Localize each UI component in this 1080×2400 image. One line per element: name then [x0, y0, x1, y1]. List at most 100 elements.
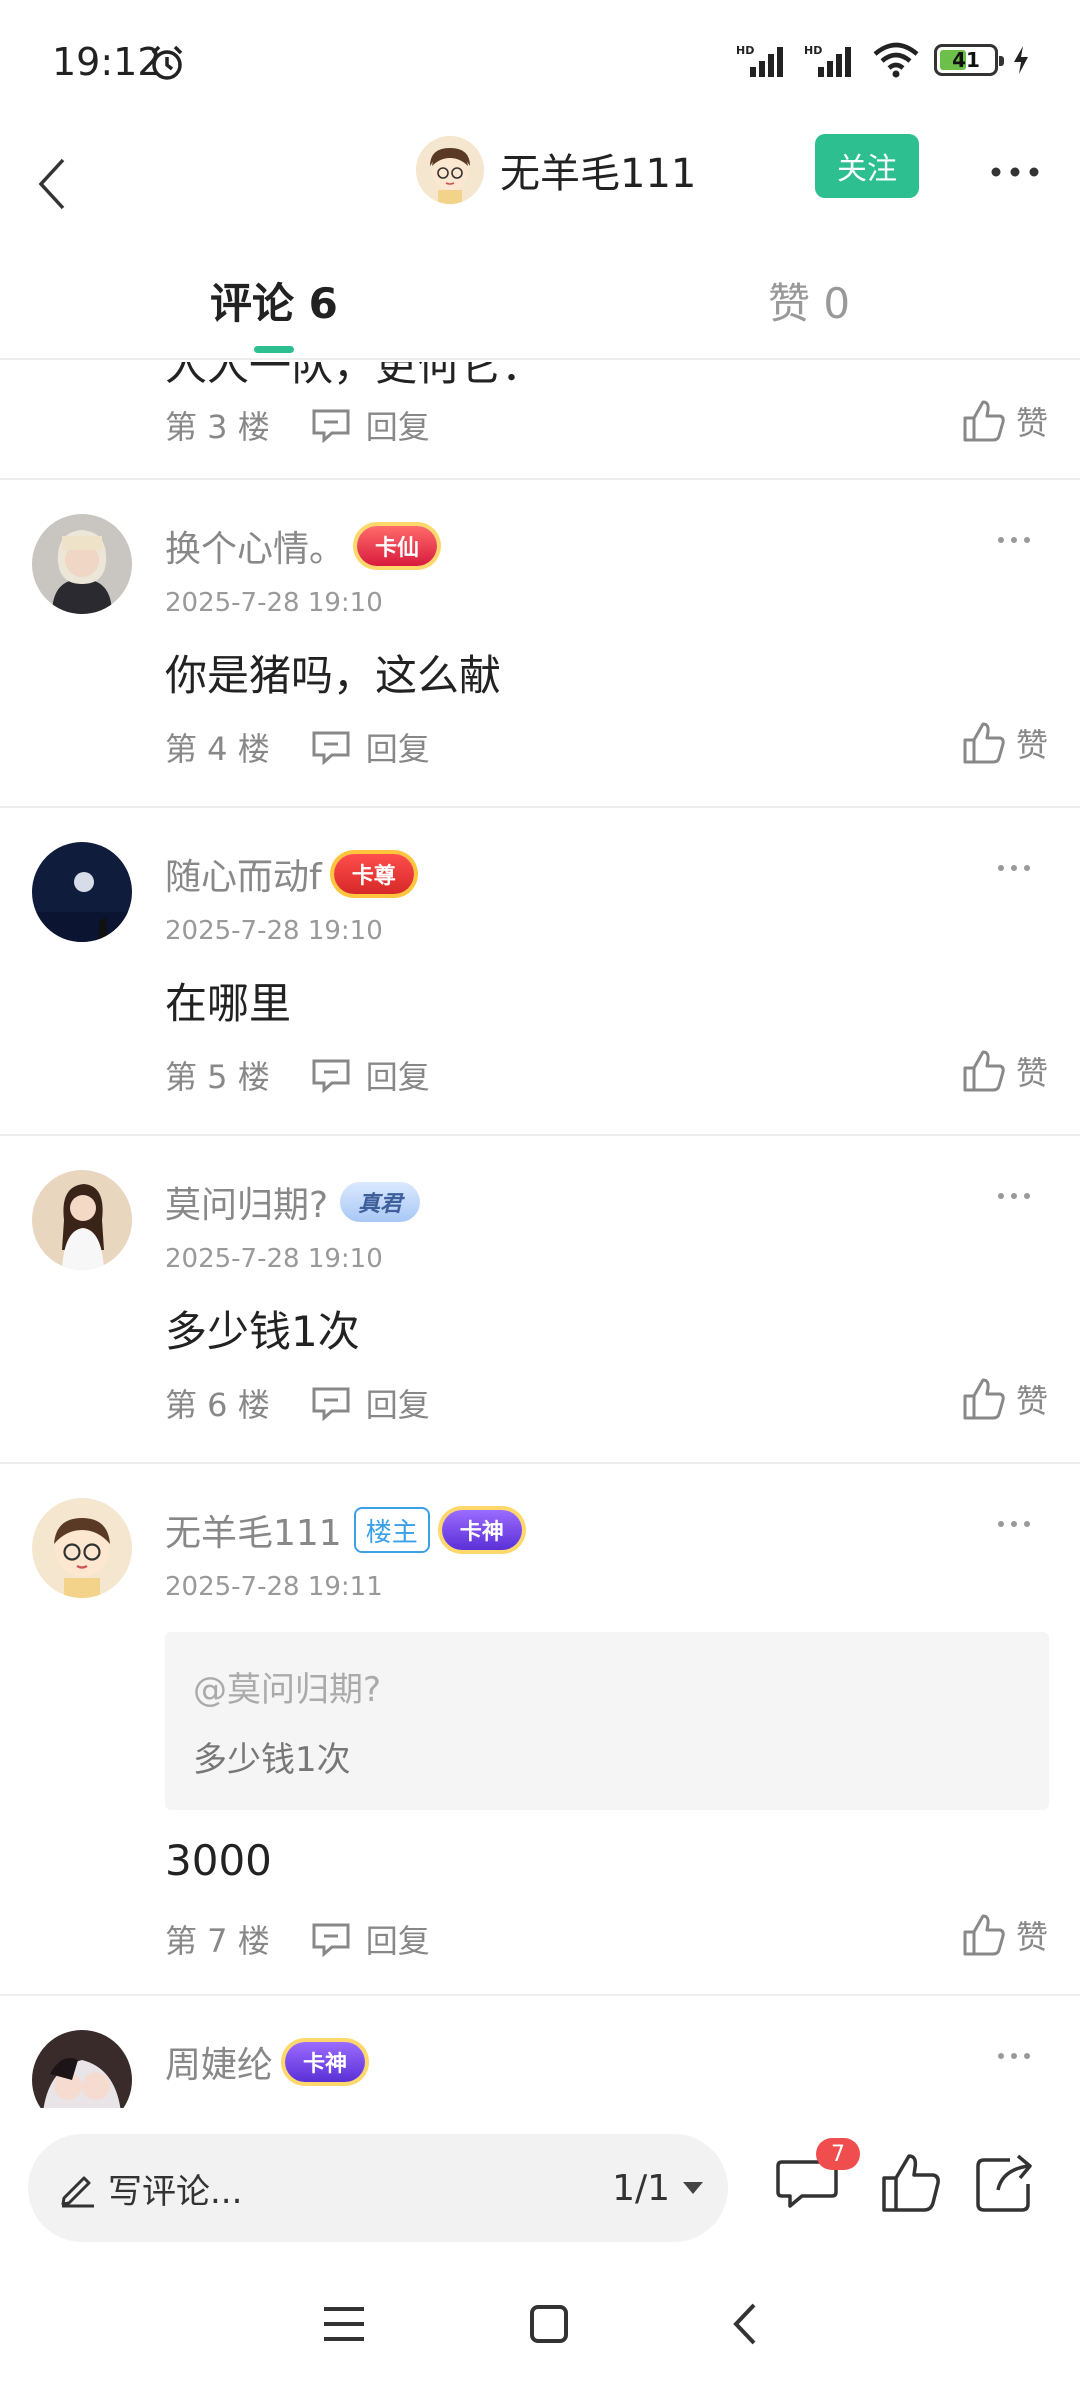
- charging-icon: [1014, 46, 1028, 74]
- comment-input-placeholder[interactable]: 写评论...: [108, 2164, 242, 2213]
- reply-label: 回复: [365, 408, 430, 446]
- comment-actions: 第 5 楼 回复: [165, 1052, 430, 1098]
- reply-button[interactable]: 回复: [310, 402, 430, 448]
- op-badge: 楼主: [353, 1507, 430, 1553]
- like-label: 赞: [1015, 1054, 1048, 1092]
- system-nav-bar: [0, 2248, 1080, 2400]
- cartoon-avatar-icon: [32, 1498, 132, 1598]
- back-nav-icon[interactable]: [732, 2302, 758, 2346]
- commenter-name-row: 无羊毛111 楼主 卡神: [165, 1504, 522, 1556]
- thumbs-up-icon[interactable]: [876, 2148, 946, 2218]
- cartoon-avatar-icon: [416, 136, 484, 204]
- comment-item: 换个心情。 卡仙 2025-7-28 19:10 你是猪吗，这么献 第 4 楼 …: [0, 482, 1080, 808]
- comment-count-badge: 7: [816, 2138, 860, 2170]
- share-icon[interactable]: [970, 2148, 1040, 2218]
- commenter-avatar[interactable]: [32, 514, 132, 614]
- page-selector[interactable]: 1/1: [612, 2168, 704, 2209]
- comment-list[interactable]: 人人一队，更何它： 第 3 楼 回复 赞 换个心情。 卡仙 2025-7-28 …: [0, 362, 1080, 2108]
- back-button[interactable]: [22, 144, 82, 224]
- comment-more-button[interactable]: [984, 1178, 1044, 1214]
- top-header: 无羊毛111 关注: [0, 130, 1080, 240]
- level-badge: 卡神: [441, 1510, 522, 1550]
- status-bar: 19:12 HD HD 41: [0, 0, 1080, 130]
- commenter-name[interactable]: 周婕纶: [165, 2036, 273, 2088]
- reply-icon: [312, 409, 350, 443]
- comment-item: 周婕纶 卡神: [0, 1998, 1080, 2108]
- reply-button[interactable]: 回复: [310, 724, 430, 770]
- commenter-name[interactable]: 莫问归期?: [165, 1176, 328, 1228]
- reply-icon: [312, 1923, 350, 1957]
- tab-likes[interactable]: 赞 0: [768, 270, 850, 331]
- more-options-button[interactable]: [980, 142, 1050, 202]
- battery-indicator: 41: [934, 44, 1004, 76]
- comment-time: 2025-7-28 19:10: [165, 588, 383, 618]
- pen-icon: [61, 2176, 94, 2208]
- commenter-name[interactable]: 换个心情。: [165, 520, 345, 572]
- comment-text: 在哪里: [165, 979, 292, 1028]
- thumbs-up-icon: [963, 1378, 1005, 1420]
- comment-more-button[interactable]: [984, 2038, 1044, 2074]
- reply-label: 回复: [365, 1386, 430, 1424]
- header-user[interactable]: 无羊毛111: [416, 136, 696, 204]
- tab-bar: 评论 6 赞 0: [0, 250, 1080, 360]
- commenter-name[interactable]: 随心而动f: [165, 848, 322, 900]
- menu-icon[interactable]: [322, 2304, 366, 2344]
- reply-label: 回复: [365, 1922, 430, 1960]
- comment-time: 2025-7-28 19:10: [165, 1244, 383, 1274]
- floor-number: 第 5 楼: [165, 1058, 270, 1096]
- comment-text: 你是猪吗，这么献: [165, 651, 502, 700]
- comment-item: 无羊毛111 楼主 卡神 2025-7-28 19:11 @莫问归期? 多少钱1…: [0, 1466, 1080, 1996]
- comment-time: 2025-7-28 19:11: [165, 1572, 383, 1602]
- comment-more-button[interactable]: [984, 850, 1044, 886]
- thumbs-up-icon: [963, 400, 1005, 442]
- home-icon[interactable]: [529, 2304, 569, 2344]
- commenter-avatar[interactable]: [32, 842, 132, 942]
- comment-more-button[interactable]: [984, 1506, 1044, 1542]
- reply-button[interactable]: 回复: [310, 1380, 430, 1426]
- user-photo-icon: [32, 2030, 132, 2108]
- follow-button[interactable]: 关注: [815, 134, 919, 198]
- header-username[interactable]: 无羊毛111: [500, 141, 696, 199]
- commenter-name-row: 随心而动f 卡尊: [165, 848, 414, 900]
- user-photo-icon: [32, 514, 132, 614]
- like-label: 赞: [1015, 404, 1048, 442]
- floor-number: 第 7 楼: [165, 1922, 270, 1960]
- floor-number: 第 4 楼: [165, 730, 270, 768]
- user-photo-icon: [32, 1170, 132, 1270]
- alarm-icon: [151, 45, 183, 80]
- reply-button[interactable]: 回复: [310, 1916, 430, 1962]
- comment-item: 人人一队，更何它： 第 3 楼 回复 赞: [0, 362, 1080, 480]
- like-button[interactable]: 赞: [962, 720, 1048, 766]
- commenter-name-row: 周婕纶 卡神: [165, 2036, 366, 2088]
- level-badge: 卡仙: [357, 526, 438, 566]
- moon-photo-icon: [32, 842, 132, 942]
- like-button[interactable]: 赞: [962, 398, 1048, 444]
- comment-input[interactable]: 写评论... 1/1: [28, 2134, 728, 2242]
- like-label: 赞: [1015, 1382, 1048, 1420]
- comment-actions: 第 6 楼 回复: [165, 1380, 430, 1426]
- more-icon: [998, 537, 1030, 543]
- thumbs-up-icon: [963, 1914, 1005, 1956]
- like-button[interactable]: 赞: [962, 1376, 1048, 1422]
- header-avatar[interactable]: [416, 136, 484, 204]
- like-button[interactable]: 赞: [962, 1048, 1048, 1094]
- commenter-name-row: 换个心情。 卡仙: [165, 520, 438, 572]
- reply-button[interactable]: 回复: [310, 1052, 430, 1098]
- commenter-avatar[interactable]: [32, 2030, 132, 2108]
- commenter-name[interactable]: 无羊毛111: [165, 1504, 342, 1556]
- reply-label: 回复: [365, 730, 430, 768]
- comment-text: 3000: [165, 1836, 272, 1885]
- commenter-avatar[interactable]: [32, 1170, 132, 1270]
- comment-more-button[interactable]: [984, 522, 1044, 558]
- chevron-left-icon: [38, 158, 65, 210]
- thumbs-up-icon: [963, 1050, 1005, 1092]
- commenter-avatar[interactable]: [32, 1498, 132, 1598]
- reply-icon: [312, 731, 350, 765]
- page-indicator: 1/1: [612, 2167, 670, 2209]
- caret-down-icon: [683, 2182, 703, 2194]
- tab-comments[interactable]: 评论 6: [210, 270, 338, 331]
- quoted-text: 多少钱1次: [193, 1740, 351, 1780]
- more-icon: [998, 2053, 1030, 2059]
- like-button[interactable]: 赞: [962, 1912, 1048, 1958]
- quoted-comment[interactable]: @莫问归期? 多少钱1次: [165, 1632, 1049, 1810]
